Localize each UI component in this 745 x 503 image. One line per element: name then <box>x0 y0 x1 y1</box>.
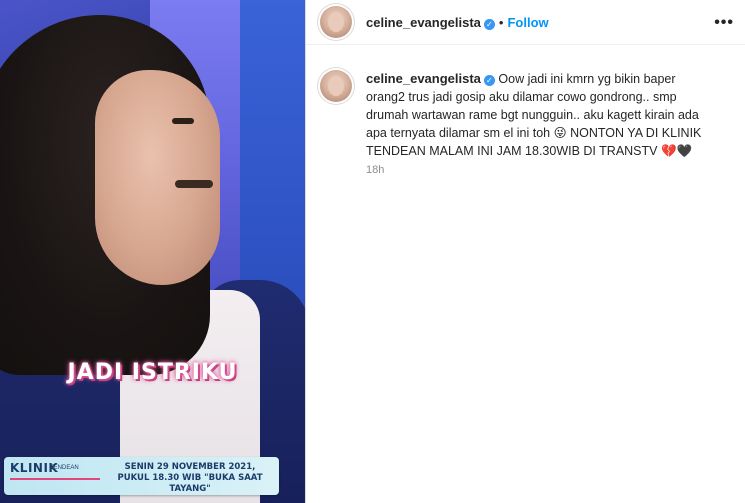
separator-dot: • <box>498 15 504 30</box>
banner-text: SENIN 29 NOVEMBER 2021, PUKUL 18.30 WIB … <box>106 462 274 495</box>
caption-verified-badge-icon: ✓ <box>483 75 495 86</box>
avatar[interactable] <box>320 6 352 38</box>
post-details-panel: celine_evangelista ✓ • Follow ••• celine_ev… <box>305 0 745 503</box>
caption-username[interactable]: celine_evangelista <box>366 71 481 86</box>
avatar-image <box>328 12 344 32</box>
post-timestamp[interactable]: 18h <box>366 164 384 176</box>
eye <box>172 118 194 124</box>
comment-avatar[interactable] <box>320 70 352 102</box>
comment-avatar-image <box>328 76 344 96</box>
video-caption: JADI ISTRIKU <box>67 360 238 385</box>
mustache <box>175 180 213 188</box>
banner-logo-sub: TENDEAN <box>50 465 79 471</box>
post-header: celine_evangelista ✓ • Follow ••• <box>306 0 745 45</box>
header-info: celine_evangelista ✓ • Follow <box>366 14 549 32</box>
verified-badge-icon: ✓ <box>483 19 495 30</box>
face <box>95 70 220 285</box>
show-banner: KLINIK TENDEAN SENIN 29 NOVEMBER 2021, P… <box>4 457 279 495</box>
banner-line-2: PUKUL 18.30 WIB "BUKA SAAT TAYANG" <box>117 473 263 494</box>
banner-line-1: SENIN 29 NOVEMBER 2021, <box>124 462 256 472</box>
more-options-icon[interactable]: ••• <box>714 14 734 32</box>
post-caption: celine_evangelista ✓ Oow jadi ini kmrn yg… <box>366 70 711 160</box>
post-media[interactable]: JADI ISTRIKU KLINIK TENDEAN SENIN 29 NOV… <box>0 0 305 503</box>
banner-divider <box>10 478 100 480</box>
follow-button[interactable]: Follow <box>507 15 548 30</box>
header-username[interactable]: celine_evangelista <box>366 15 481 30</box>
